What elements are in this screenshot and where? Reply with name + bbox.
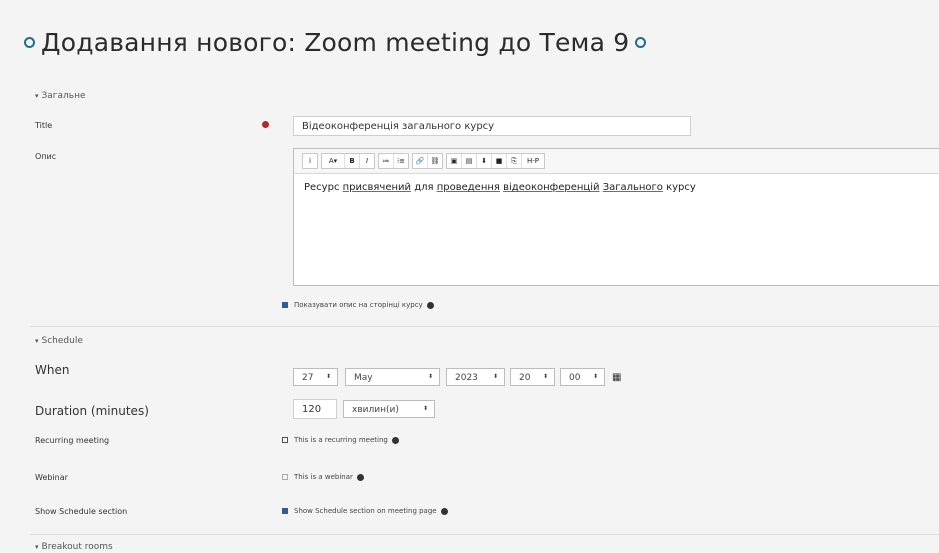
calendar-icon[interactable]: ▦: [612, 372, 621, 383]
help-icon[interactable]: [440, 507, 448, 515]
when-day-value: 27: [302, 373, 314, 383]
help-icon[interactable]: [391, 436, 399, 444]
duration-unit-select[interactable]: хвилин(и) ⬍: [343, 400, 435, 418]
section-divider: [30, 534, 939, 535]
title-input[interactable]: Відеоконференція загального курсу: [293, 116, 691, 136]
section-divider: [30, 326, 939, 327]
collapse-icon: ▾: [35, 543, 39, 551]
webinar-row: This is a webinar: [282, 473, 364, 481]
select-caret-icon: ⬍: [542, 373, 548, 380]
duration-unit-value: хвилин(и): [352, 405, 399, 415]
when-hour-select[interactable]: 20 ⬍: [510, 368, 555, 386]
toolbar-paragraph-style-button[interactable]: A▾: [322, 154, 345, 168]
description-text-part: для: [411, 182, 437, 193]
page-title: Додавання нового: Zoom meeting до Тема 9: [18, 28, 652, 57]
show-schedule-checkbox[interactable]: [282, 508, 288, 514]
section-breakout-header[interactable]: ▾ Breakout rooms: [35, 542, 113, 552]
recurring-row: This is a recurring meeting: [282, 436, 399, 444]
section-schedule-label: Schedule: [41, 336, 83, 346]
title-label: Title: [35, 121, 53, 130]
duration-input[interactable]: 120: [293, 399, 337, 419]
description-text-part: присвячений: [342, 182, 412, 193]
toolbar-group-2: A▾ B I: [321, 153, 375, 169]
toolbar-file-button[interactable]: ⬇: [477, 154, 492, 168]
duration-label: Duration (minutes): [35, 404, 149, 418]
select-caret-icon: ⬍: [592, 373, 598, 380]
editor-toolbar: i A▾ B I ≔ ⁝≡ 🔗 ⛓ ▣ ▤ ⬇ ■ ⎘ H-P: [294, 149, 939, 174]
toolbar-manage-files-button[interactable]: ⎘: [507, 154, 522, 168]
section-schedule-header[interactable]: ▾ Schedule: [35, 336, 83, 346]
title-help-icon[interactable]: [635, 37, 647, 48]
toolbar-h5p-button[interactable]: H-P: [522, 154, 544, 168]
recurring-checkbox[interactable]: [282, 437, 288, 443]
duration-value: 120: [302, 404, 322, 415]
toolbar-group-4: 🔗 ⛓: [412, 153, 443, 169]
when-year-select[interactable]: 2023 ⬍: [446, 368, 505, 386]
show-schedule-row: Show Schedule section on meeting page: [282, 507, 448, 515]
title-input-value: Відеоконференція загального курсу: [302, 121, 495, 132]
select-caret-icon: ⬍: [422, 405, 428, 412]
toolbar-unlink-button[interactable]: ⛓: [428, 154, 442, 168]
webinar-label: Webinar: [35, 473, 68, 482]
collapse-icon: ▾: [35, 92, 39, 100]
toolbar-link-button[interactable]: 🔗: [413, 154, 428, 168]
show-description-row: Показувати опис на сторінці курсу: [282, 301, 434, 309]
when-minute-value: 00: [569, 373, 581, 383]
show-schedule-option-label[interactable]: Show Schedule section on meeting page: [294, 507, 437, 515]
description-text-part: проведення: [436, 182, 500, 193]
when-day-select[interactable]: 27 ⬍: [293, 368, 338, 386]
description-text-part: курсу: [662, 182, 696, 193]
when-month-value: May: [354, 373, 373, 383]
collapse-icon: ▾: [35, 337, 39, 345]
when-hour-value: 20: [519, 373, 531, 383]
section-general-label: Загальне: [41, 91, 86, 101]
when-month-select[interactable]: May ⬍: [345, 368, 440, 386]
description-text-part: відеоконференцій: [503, 182, 600, 193]
select-caret-icon: ⬍: [325, 373, 331, 380]
toolbar-media-button[interactable]: ▤: [462, 154, 477, 168]
webinar-checkbox[interactable]: [282, 474, 288, 480]
description-label: Опис: [35, 152, 57, 161]
show-description-label[interactable]: Показувати опис на сторінці курсу: [294, 301, 423, 309]
section-general-header[interactable]: ▾ Загальне: [35, 91, 86, 101]
help-icon[interactable]: [426, 301, 434, 309]
webinar-option-label[interactable]: This is a webinar: [294, 473, 353, 481]
toolbar-ordered-list-button[interactable]: ⁝≡: [394, 154, 408, 168]
when-label: When: [35, 363, 70, 377]
toolbar-group-1: i: [302, 153, 318, 169]
select-caret-icon: ⬍: [427, 373, 433, 380]
help-icon[interactable]: [356, 473, 364, 481]
toolbar-image-button[interactable]: ▣: [447, 154, 462, 168]
description-editor[interactable]: i A▾ B I ≔ ⁝≡ 🔗 ⛓ ▣ ▤ ⬇ ■ ⎘ H-P Ресурс п…: [293, 148, 939, 286]
when-year-value: 2023: [455, 373, 478, 383]
toolbar-group-5: ▣ ▤ ⬇ ■ ⎘ H-P: [446, 153, 545, 169]
title-bullet-icon: [24, 37, 35, 48]
required-icon: [262, 121, 269, 128]
select-caret-icon: ⬍: [492, 373, 498, 380]
show-description-checkbox[interactable]: [282, 302, 288, 308]
editor-content[interactable]: Ресурс присвячений для проведення відеок…: [294, 174, 939, 201]
description-text-part: Ресурс: [304, 182, 343, 193]
toolbar-bold-button[interactable]: B: [345, 154, 360, 168]
page-title-text: Додавання нового: Zoom meeting до Тема 9: [41, 28, 630, 57]
recurring-label: Recurring meeting: [35, 436, 110, 445]
when-minute-select[interactable]: 00 ⬍: [560, 368, 605, 386]
toolbar-record-video-button[interactable]: ■: [492, 154, 507, 168]
toolbar-show-more-button[interactable]: i: [303, 154, 317, 168]
description-text-part: Загального: [602, 182, 663, 193]
show-schedule-label: Show Schedule section: [35, 507, 128, 516]
section-breakout-label: Breakout rooms: [41, 542, 113, 552]
toolbar-group-3: ≔ ⁝≡: [378, 153, 409, 169]
toolbar-italic-button[interactable]: I: [360, 154, 374, 168]
toolbar-unordered-list-button[interactable]: ≔: [379, 154, 394, 168]
recurring-option-label[interactable]: This is a recurring meeting: [294, 436, 388, 444]
